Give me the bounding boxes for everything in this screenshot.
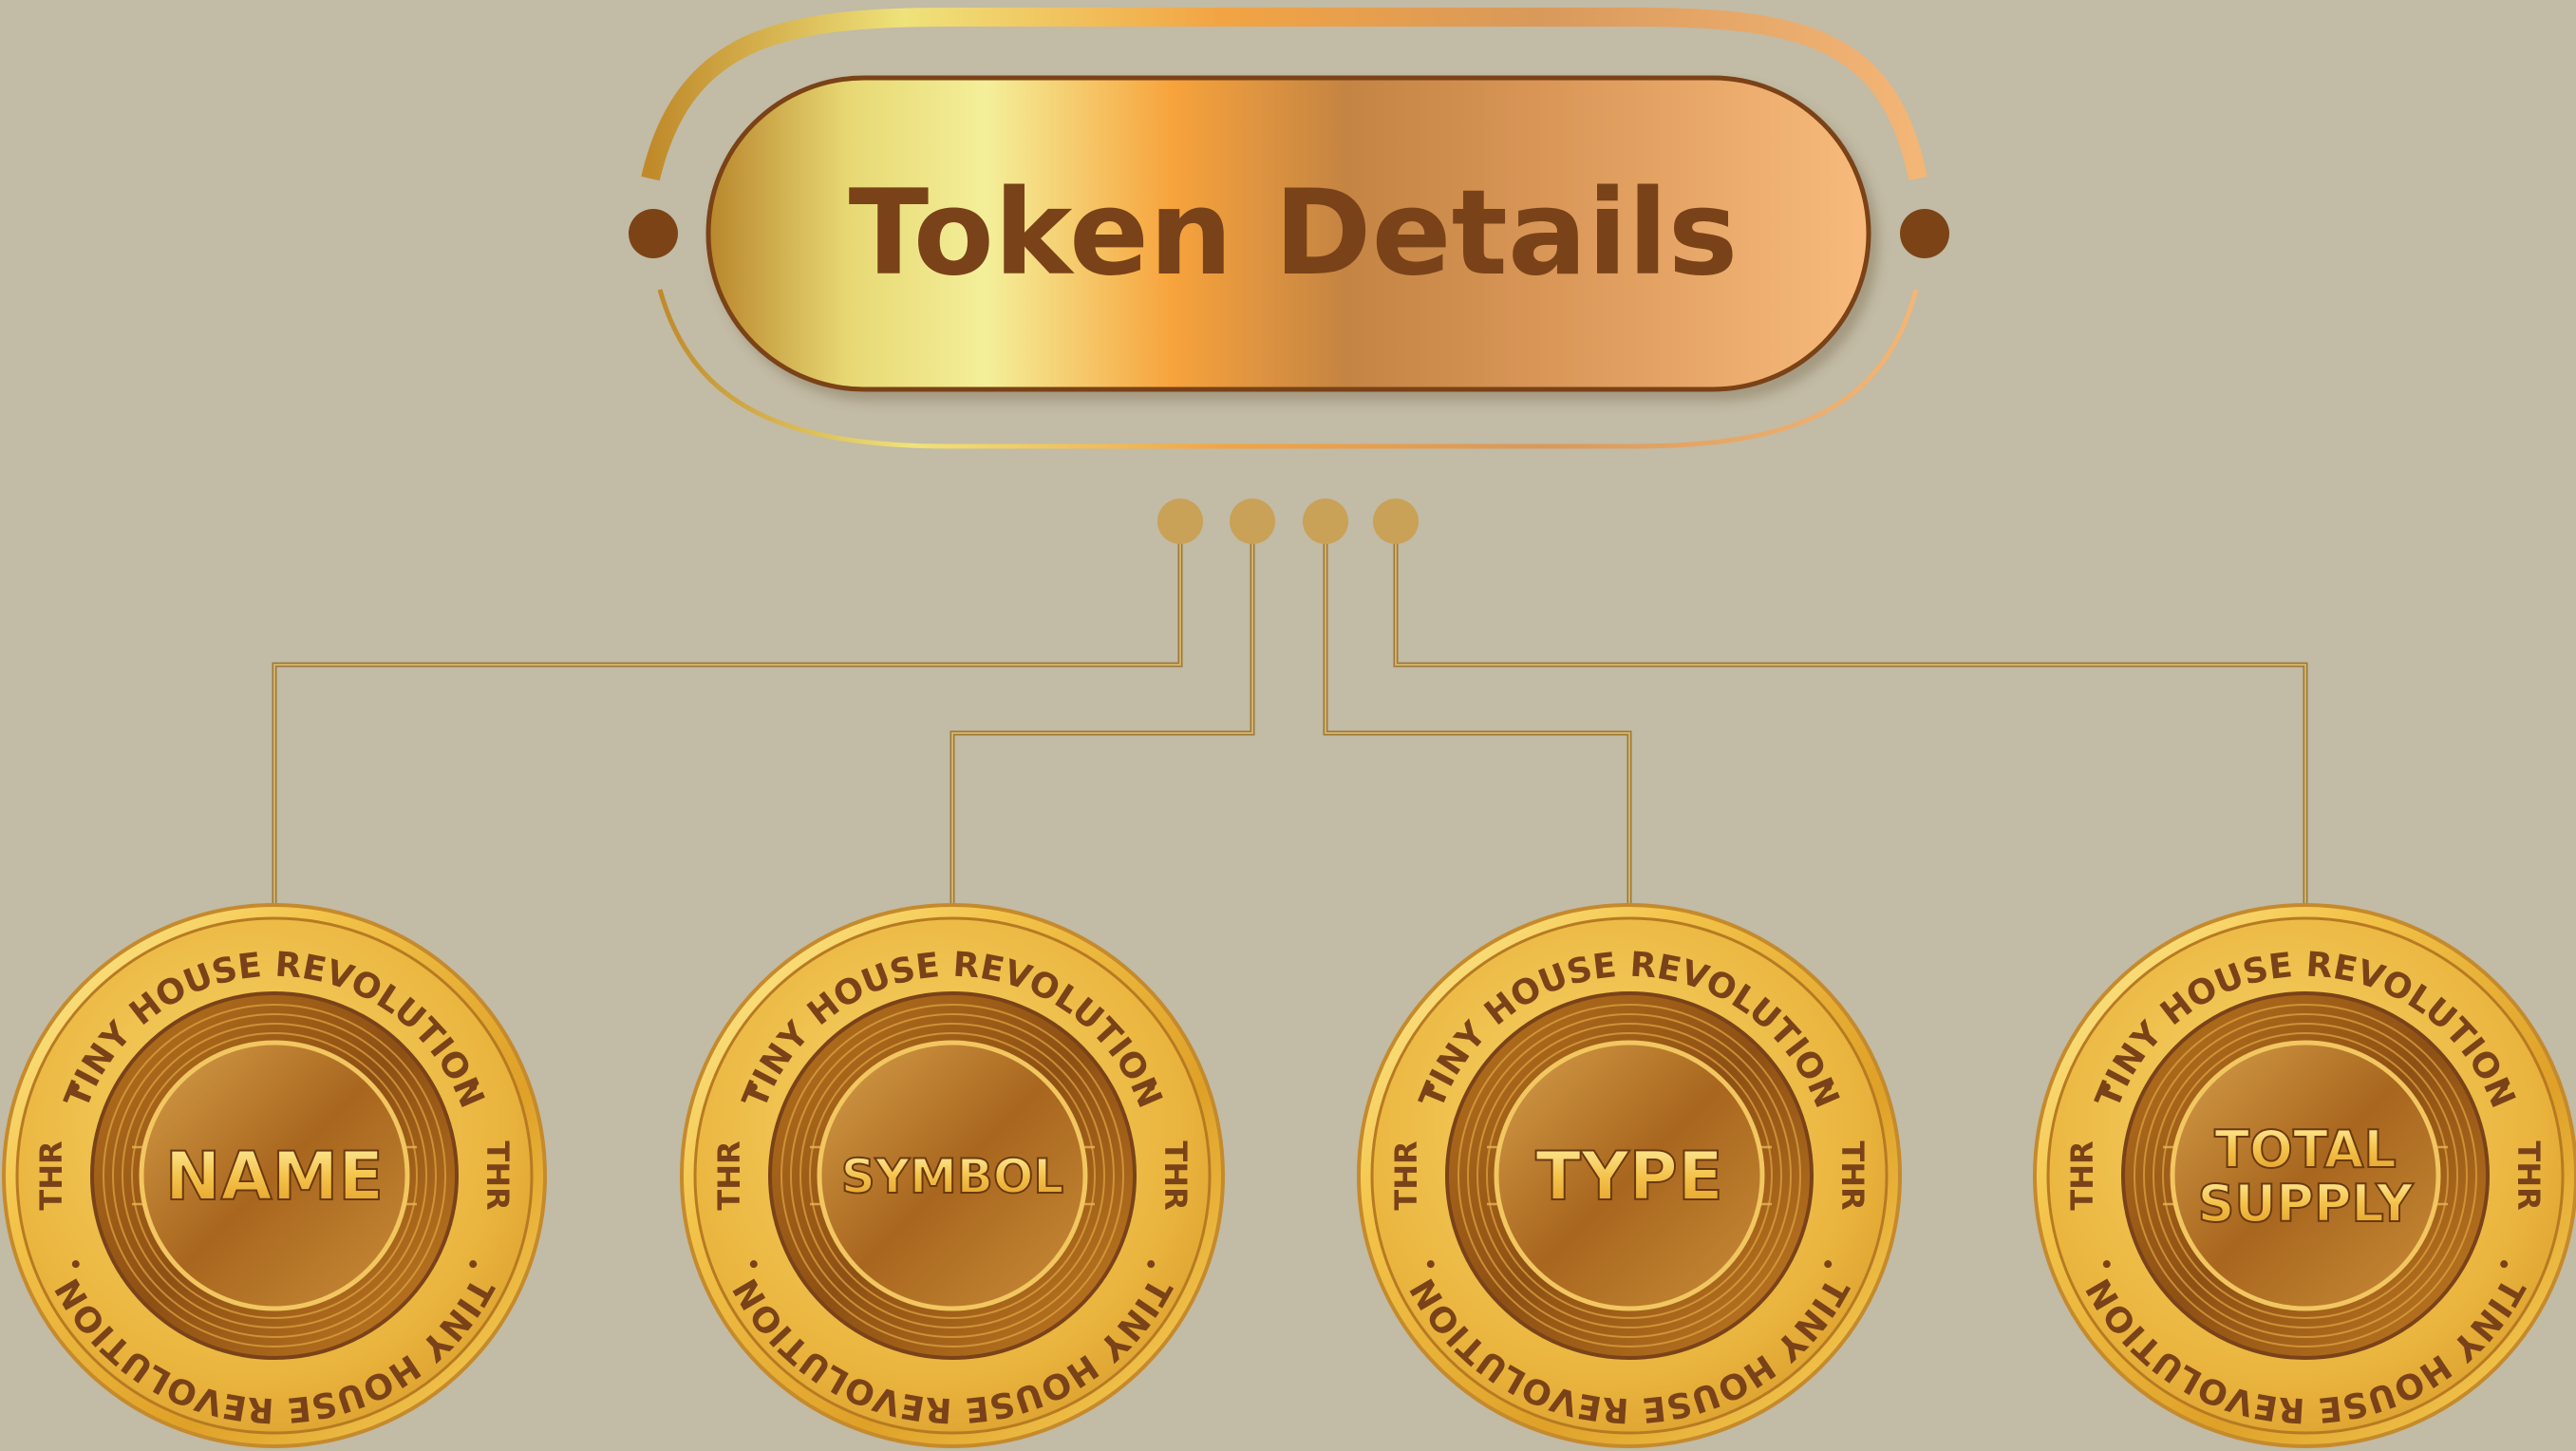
coin-ring-dot (469, 1083, 478, 1091)
coin-ring-dot (1824, 1083, 1833, 1091)
coin-ring-dot (1824, 1260, 1833, 1269)
coin-side-text-right: THR (479, 1140, 516, 1210)
coin-ring-dot (2500, 1083, 2509, 1091)
coin-label: TYPE (1535, 1138, 1723, 1215)
coin-row: TINY HOUSE REVOLUTIONTINY HOUSE REVOLUTI… (2, 903, 2576, 1448)
coin-side-text-left: THR (2064, 1140, 2100, 1210)
coin-ring-dot (749, 1083, 758, 1091)
coin-side-text-right: THR (1157, 1140, 1194, 1210)
token-coin: TINY HOUSE REVOLUTIONTINY HOUSE REVOLUTI… (680, 903, 1225, 1448)
connector-line-1 (272, 521, 1183, 909)
connector-line-3 (1323, 521, 1632, 909)
coin-ring-dot (2102, 1083, 2111, 1091)
coin-ring-dot (749, 1260, 758, 1269)
connector-node-1 (1157, 499, 1203, 544)
coin-label: NAME (165, 1138, 384, 1215)
connector-line-highlight-1 (273, 521, 1181, 909)
coin-side-text-left: THR (1388, 1140, 1424, 1210)
coin-side-text-left: THR (33, 1140, 69, 1210)
connector-line-2 (950, 521, 1255, 909)
coin-side-text-left: THR (711, 1140, 747, 1210)
connector-node-3 (1303, 499, 1348, 544)
coin-side-text-right: THR (1834, 1140, 1871, 1210)
page-title: Token Details (849, 165, 1739, 302)
coin-ring-dot (1426, 1083, 1435, 1091)
coin-label: SYMBOL (841, 1149, 1063, 1204)
coin-ring-dot (71, 1260, 80, 1269)
coin-ring-dot (2500, 1260, 2509, 1269)
coin-label: TOTAL (2214, 1120, 2397, 1179)
connector-line-4 (1393, 521, 2308, 909)
coin-label: SUPPLY (2198, 1174, 2415, 1234)
token-details-diagram: Token Details TINY HOUSE REVOLUTIONTINY … (2, 7, 2576, 1448)
coin-ring-dot (1147, 1083, 1156, 1091)
title-frame-right-dot (1900, 209, 1949, 258)
connector-node-2 (1230, 499, 1275, 544)
token-coin: TINY HOUSE REVOLUTIONTINY HOUSE REVOLUTI… (2033, 903, 2576, 1448)
connector-node-4 (1373, 499, 1419, 544)
coin-side-text-right: THR (2510, 1140, 2547, 1210)
connector-line-highlight-2 (951, 521, 1253, 909)
coin-ring-dot (469, 1260, 478, 1269)
coin-ring-dot (1426, 1260, 1435, 1269)
coin-ring-dot (1147, 1260, 1156, 1269)
coin-ring-dot (71, 1083, 80, 1091)
title-frame-left-dot (629, 209, 678, 258)
connector-lines (272, 499, 2308, 909)
coin-ring-dot (2102, 1260, 2111, 1269)
connector-line-highlight-4 (1395, 521, 2306, 909)
token-coin: TINY HOUSE REVOLUTIONTINY HOUSE REVOLUTI… (1357, 903, 1902, 1448)
token-coin: TINY HOUSE REVOLUTIONTINY HOUSE REVOLUTI… (2, 903, 547, 1448)
connector-line-highlight-3 (1325, 521, 1630, 909)
